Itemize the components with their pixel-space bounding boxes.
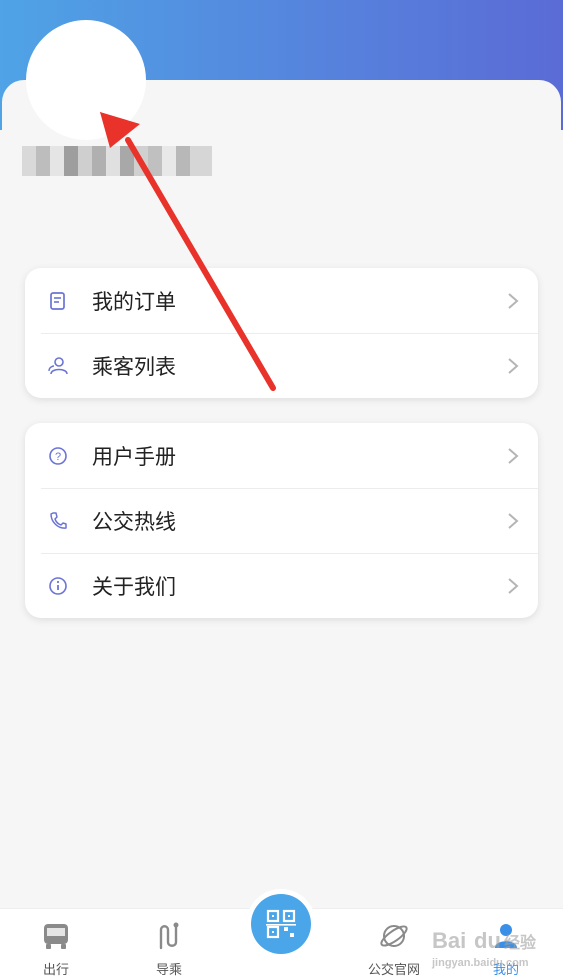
- chevron-right-icon: [504, 447, 522, 465]
- menu-card-info: ? 用户手册 公交热线 关于我们: [25, 423, 538, 618]
- chevron-right-icon: [504, 577, 522, 595]
- svg-text:经验: 经验: [504, 933, 537, 952]
- svg-text:du: du: [474, 928, 501, 953]
- menu-item-about-us[interactable]: 关于我们: [25, 553, 538, 618]
- menu-item-label: 用户手册: [92, 445, 176, 469]
- order-icon: [47, 290, 69, 312]
- phone-icon: [47, 510, 69, 532]
- chevron-right-icon: [504, 292, 522, 310]
- tab-travel[interactable]: 出行: [16, 909, 96, 979]
- watermark-logo: Bai du 经验 jingyan.baidu.com: [430, 920, 550, 975]
- menu-item-label: 我的订单: [92, 290, 176, 314]
- tab-guide[interactable]: 导乘: [129, 909, 209, 979]
- chevron-right-icon: [504, 512, 522, 530]
- svg-text:?: ?: [55, 451, 61, 463]
- bus-icon: [40, 919, 72, 953]
- menu-item-hotline[interactable]: 公交热线: [25, 488, 538, 553]
- route-icon: [153, 919, 185, 953]
- tab-label: 公交官网: [367, 962, 420, 977]
- qr-code-icon: [251, 894, 311, 954]
- help-icon: ?: [47, 445, 69, 467]
- tab-official-site[interactable]: 公交官网: [354, 909, 434, 979]
- info-icon: [47, 575, 69, 597]
- menu-item-label: 乘客列表: [92, 355, 176, 379]
- menu-card-orders: 我的订单 乘客列表: [25, 268, 538, 398]
- menu-item-user-manual[interactable]: ? 用户手册: [25, 423, 538, 488]
- tab-label: 出行: [42, 962, 69, 977]
- menu-item-passengers[interactable]: 乘客列表: [25, 333, 538, 398]
- menu-item-label: 关于我们: [92, 575, 176, 599]
- menu-item-my-orders[interactable]: 我的订单: [25, 268, 538, 333]
- avatar[interactable]: [26, 20, 146, 140]
- passengers-icon: [47, 355, 69, 377]
- svg-text:Bai: Bai: [432, 928, 466, 953]
- chevron-right-icon: [504, 357, 522, 375]
- menu-item-label: 公交热线: [92, 510, 176, 534]
- planet-icon: [378, 919, 410, 953]
- username-blurred: [22, 146, 212, 176]
- tab-scan-qr[interactable]: [246, 889, 316, 959]
- svg-text:jingyan.baidu.com: jingyan.baidu.com: [431, 957, 529, 969]
- tab-label: 导乘: [155, 962, 182, 977]
